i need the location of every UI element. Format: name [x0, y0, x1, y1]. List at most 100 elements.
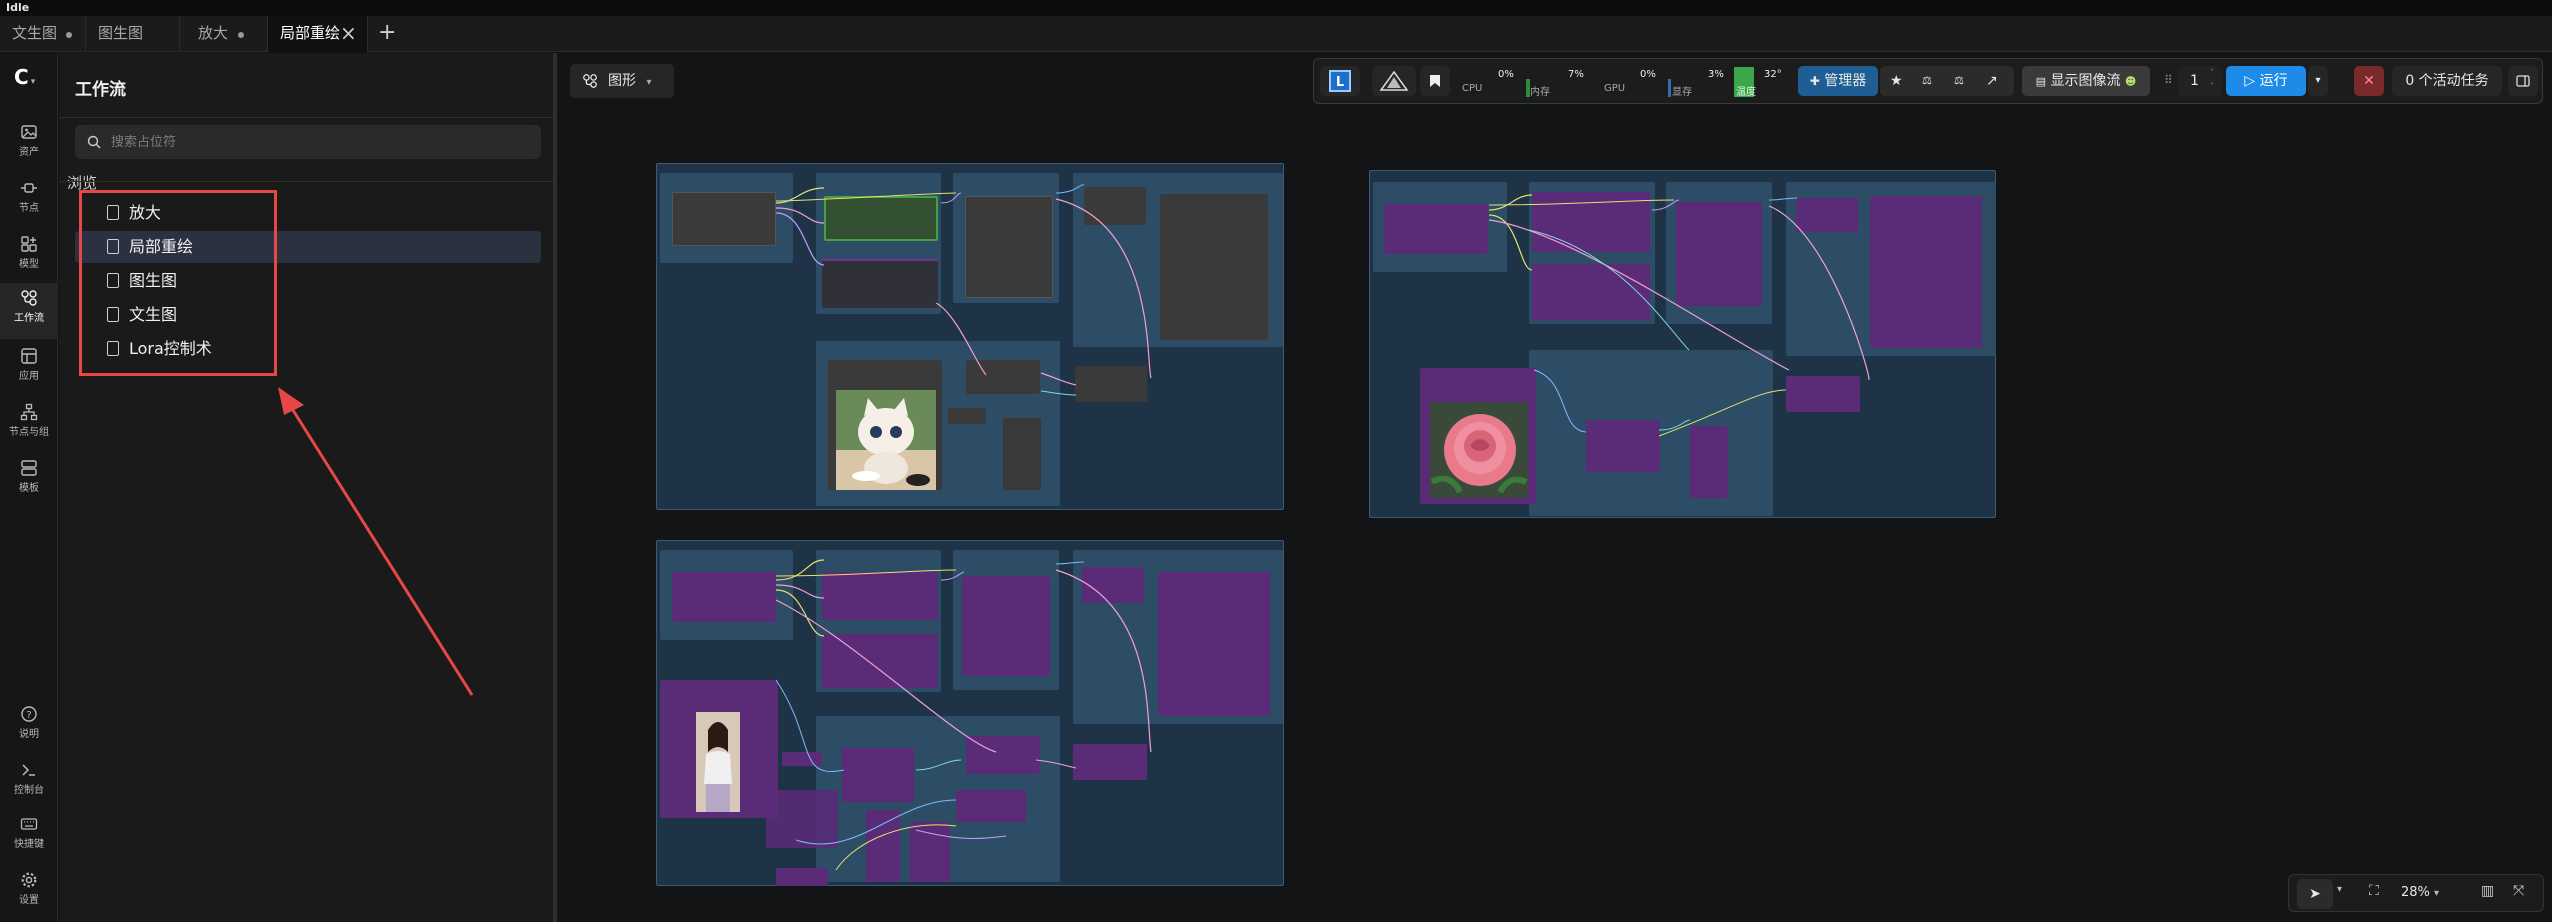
close-icon: ✕	[2363, 73, 2375, 89]
temp-label: 温度	[1736, 87, 1756, 98]
rail-label: 模板	[19, 483, 39, 494]
rail-item-node-groups[interactable]: 节点与组	[0, 397, 58, 449]
logo-text: C	[14, 65, 29, 89]
cursor-icon: ➤	[2309, 886, 2321, 902]
add-tab-button[interactable]: +	[372, 16, 402, 52]
highlight-box	[79, 190, 277, 376]
tab-txt2img[interactable]: 文生图	[0, 16, 86, 52]
chevron-down-icon[interactable]: ▾	[2337, 884, 2342, 895]
rail-item-apps[interactable]: 应用	[0, 341, 58, 393]
cpu-value: 0%	[1498, 69, 1514, 80]
queue-count-stepper[interactable]: 1 ˄ ˅	[2178, 66, 2222, 96]
rail-label: 说明	[19, 729, 39, 740]
rail-item-templates[interactable]: 模板	[0, 453, 58, 505]
gear-icon	[21, 872, 37, 888]
rail-item-models[interactable]: 模型	[0, 229, 58, 281]
zoom-level[interactable]: 28% ▾	[2401, 885, 2439, 900]
ram-value: 7%	[1568, 69, 1584, 80]
rail-label: 工作流	[14, 313, 44, 324]
l-button[interactable]: L	[1320, 66, 1360, 96]
cancel-button[interactable]: ✕	[2354, 66, 2384, 96]
minimap-icon[interactable]: ▥	[2481, 883, 2494, 899]
app-icon	[21, 348, 37, 364]
tab-inpaint[interactable]: 局部重绘 ×	[268, 16, 368, 52]
workflow-icon	[21, 290, 37, 306]
vram-stat: 显存 3%	[1668, 65, 1730, 98]
rail-label: 节点与组	[9, 427, 49, 438]
rail-item-nodes[interactable]: 节点	[0, 173, 58, 225]
search-input[interactable]	[111, 125, 531, 159]
queue-count-value: 1	[2190, 73, 2199, 89]
vram-bar	[1668, 79, 1671, 97]
tree-icon	[20, 403, 38, 421]
bookmark-icon	[1430, 75, 1440, 87]
rail-label: 设置	[19, 895, 39, 906]
modified-dot-icon	[66, 32, 72, 38]
crystools-logo-button[interactable]	[1372, 66, 1416, 96]
select-tool-button[interactable]: ➤	[2297, 879, 2333, 909]
fit-view-icon[interactable]: ⛶	[2369, 883, 2379, 899]
svg-text:?: ?	[26, 710, 31, 721]
manager-tools: ★ ⚖ ⚖ ↗	[1880, 66, 2014, 96]
compare-icon[interactable]: ⚖	[1922, 66, 1932, 96]
rail-item-console[interactable]: 控制台	[0, 755, 58, 807]
link-visibility-icon[interactable]: ⤧	[2513, 883, 2524, 899]
ram-label: 内存	[1530, 87, 1550, 98]
vram-label: 显存	[1672, 87, 1692, 98]
divider	[59, 181, 557, 182]
decrement-icon[interactable]: ˅	[2210, 72, 2214, 102]
chevron-down-icon: ▾	[646, 77, 652, 88]
rail-label: 控制台	[14, 785, 44, 796]
chevron-down-icon: ▾	[2434, 888, 2440, 899]
run-button[interactable]: ▷ 运行	[2226, 66, 2306, 96]
run-options-button[interactable]: ▾	[2308, 66, 2328, 96]
share-icon[interactable]: ↗	[1986, 66, 1998, 96]
divider	[59, 117, 557, 118]
bookmark-button[interactable]	[1420, 66, 1450, 96]
show-image-flow-button[interactable]: ▤ 显示图像流 ☻	[2022, 66, 2150, 96]
tab-label: 放大	[198, 24, 229, 42]
star-icon[interactable]: ★	[1890, 66, 1903, 96]
search-icon	[87, 135, 101, 149]
toggle-panel-button[interactable]	[2508, 66, 2538, 96]
connection-wires	[775, 559, 1152, 871]
l-logo-icon: L	[1329, 70, 1351, 92]
show-image-flow-label: 显示图像流	[2050, 73, 2121, 89]
temp-stat: 温度 32°	[1734, 65, 1796, 98]
rail-item-help[interactable]: ? 说明	[0, 699, 58, 751]
rail-item-assets[interactable]: 资产	[0, 117, 58, 169]
gpu-label: GPU	[1604, 83, 1626, 94]
view-mode-dropdown[interactable]: 图形 ▾	[570, 64, 674, 98]
puzzle-icon: ✚	[1809, 74, 1820, 88]
rail-item-workflows[interactable]: 工作流	[0, 283, 58, 339]
left-rail: C▾ 资产 节点 模型 工作流 应用 节点与组 模板 ? 说明 控制台 快捷键	[0, 53, 58, 922]
manager-label: 管理器	[1824, 73, 1867, 89]
active-tasks-label: 0 个活动任务	[2405, 73, 2489, 89]
ram-stat: 内存 7%	[1526, 65, 1588, 98]
sidebar-toggle-icon	[2516, 75, 2530, 87]
node-icon	[21, 183, 37, 193]
workflow-icon	[583, 74, 597, 88]
rail-label: 资产	[19, 147, 39, 158]
active-tasks-button[interactable]: 0 个活动任务	[2392, 66, 2502, 96]
model-icon	[21, 236, 37, 252]
search-box[interactable]	[75, 125, 541, 159]
view-mode-label: 图形	[608, 73, 636, 89]
tab-upscale[interactable]: 放大	[180, 16, 268, 52]
logo-icon[interactable]: C ▾	[14, 65, 48, 89]
close-icon[interactable]: ×	[340, 16, 357, 50]
play-icon: ▷	[2244, 73, 2256, 89]
manager-button[interactable]: ✚ 管理器	[1798, 66, 1878, 96]
terminal-icon	[22, 764, 35, 776]
help-icon: ?	[21, 706, 37, 722]
annotation-arrow	[278, 387, 474, 696]
scale-icon[interactable]: ⚖	[1954, 66, 1964, 96]
tab-img2img[interactable]: 图生图	[86, 16, 180, 52]
keyboard-icon	[20, 818, 38, 830]
drag-handle-icon[interactable]: ⠿	[2164, 73, 2173, 87]
layers-icon: ▤	[2035, 75, 2047, 88]
rail-item-shortcuts[interactable]: 快捷键	[0, 809, 58, 861]
tab-label: 局部重绘	[280, 24, 341, 42]
crystools-icon	[1379, 70, 1409, 91]
rail-item-settings[interactable]: 设置	[0, 865, 58, 917]
